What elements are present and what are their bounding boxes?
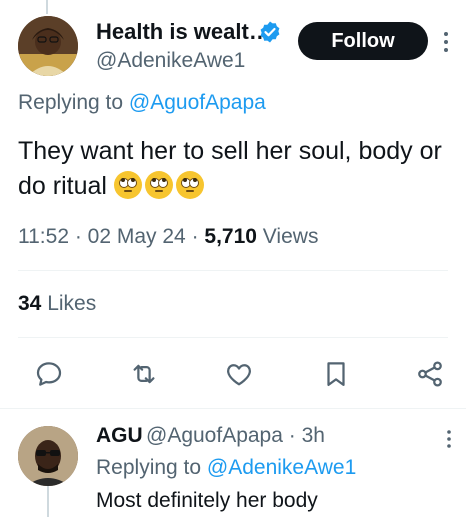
replying-to-label: Replying to — [18, 91, 129, 114]
reply-time-separator: · — [282, 424, 302, 447]
heart-icon — [227, 364, 251, 386]
retweet-button[interactable] — [129, 359, 159, 389]
comment-icon — [36, 362, 62, 386]
follow-button[interactable]: Follow — [298, 22, 428, 60]
author-avatar[interactable] — [18, 16, 78, 76]
reply-text: Most definitely her body — [96, 489, 318, 512]
verified-badge-icon — [258, 20, 282, 44]
bookmark-icon — [327, 362, 345, 386]
reply-replying-to-link[interactable]: @AdenikeAwe1 — [207, 456, 356, 479]
reply-replying-to-label: Replying to — [96, 456, 207, 479]
share-icon — [418, 361, 442, 387]
divider — [18, 270, 448, 271]
author-display-name[interactable]: Health is wealt… — [96, 19, 271, 45]
more-options-icon[interactable] — [440, 30, 452, 54]
tweet-metadata: 11:52 · 02 May 24 · 5,710 Views — [18, 225, 319, 248]
likes-stat[interactable]: 34 Likes — [18, 292, 96, 316]
reply-replying-to: Replying to @AdenikeAwe1 — [96, 456, 356, 480]
views-label: Views — [256, 225, 319, 248]
reply-author-meta: @AguofApapa · 3h — [146, 424, 325, 448]
reply-button[interactable] — [34, 359, 64, 389]
share-button[interactable] — [415, 359, 445, 389]
rolling-eyes-emoji-icon — [144, 171, 173, 199]
tweet-body: They want her to sell her soul, body or … — [18, 137, 442, 200]
tweet-date[interactable]: 02 May 24 — [88, 225, 186, 248]
replying-to-link[interactable]: @AguofApapa — [129, 91, 266, 114]
retweet-icon — [133, 364, 155, 384]
author-handle[interactable]: @AdenikeAwe1 — [96, 49, 245, 73]
bookmark-button[interactable] — [321, 359, 351, 389]
likes-label: Likes — [41, 292, 97, 315]
rolling-eyes-emoji-icon — [175, 171, 204, 199]
reply-author-avatar[interactable] — [18, 426, 78, 486]
thread-line-reply — [47, 486, 49, 517]
reply-author-display-name[interactable]: AGU — [96, 424, 143, 448]
views-count: 5,710 — [204, 225, 257, 248]
likes-count: 34 — [18, 292, 42, 315]
replying-to: Replying to @AguofApapa — [18, 91, 266, 115]
divider — [0, 408, 466, 409]
reply-time[interactable]: 3h — [302, 424, 325, 447]
divider — [18, 337, 448, 338]
reply-author-handle[interactable]: @AguofApapa — [146, 424, 283, 447]
like-button[interactable] — [224, 359, 254, 389]
tweet-text: They want her to sell her soul, body or … — [18, 134, 458, 204]
thread-line-top — [46, 0, 48, 14]
tweet-time[interactable]: 11:52 — [18, 225, 69, 248]
rolling-eyes-emoji-icon — [113, 171, 142, 199]
reply-more-options-icon[interactable] — [444, 428, 454, 450]
